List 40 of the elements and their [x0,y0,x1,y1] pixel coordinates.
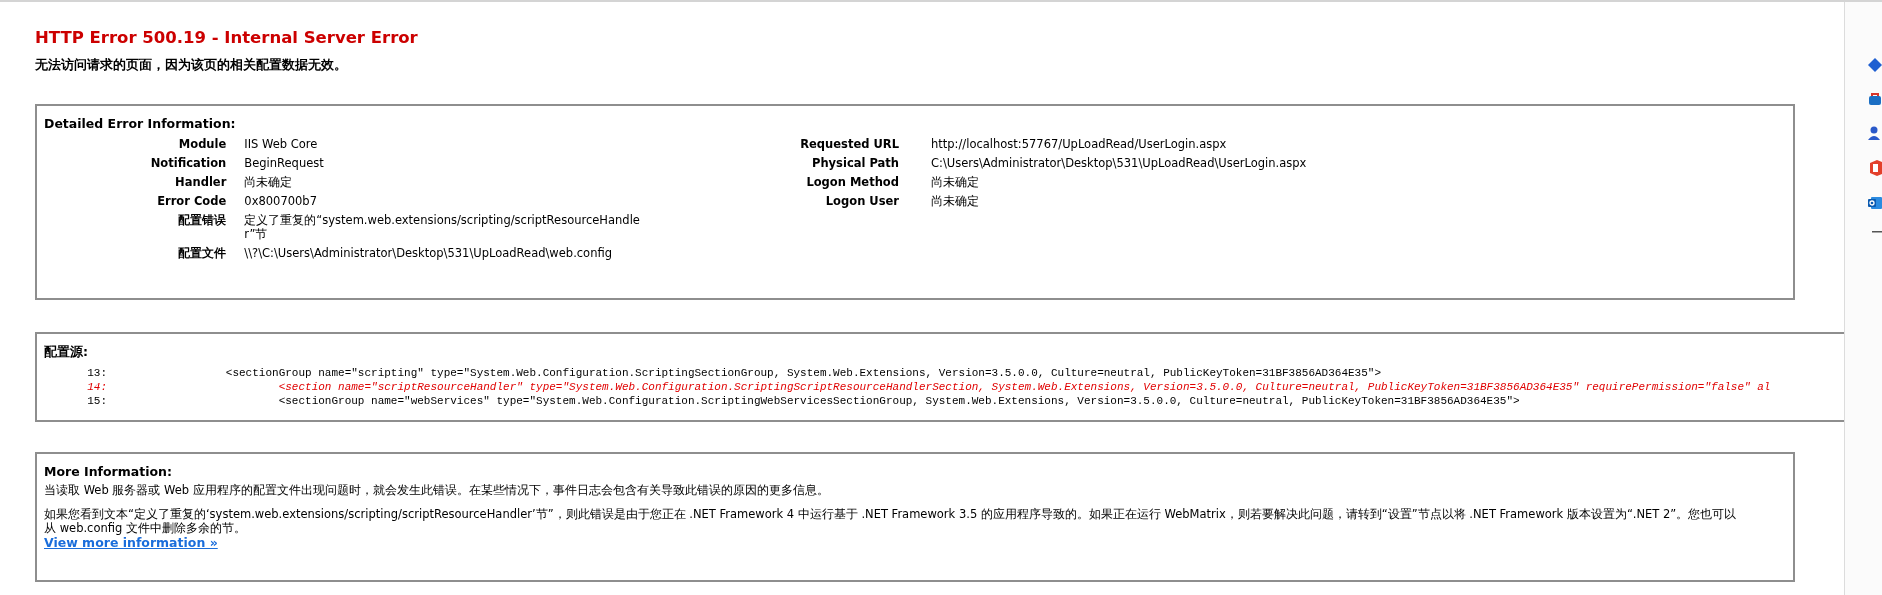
field-label: 配置错误 [44,213,245,246]
field-value: 尚未确定 [931,194,979,208]
error-subtitle: 无法访问请求的页面，因为该页的相关配置数据无效。 [35,57,347,74]
field-label: Error Code [156,194,228,210]
code-line: <sectionGroup name="webServices" type="System.Web.Configuration.ScriptingWebServicesSectionGroup, System.Web.Extensions, Version=3.5.0.0, Culture=neutral, PublicKeyToken=31BF3856AD364E35"> [277,394,1520,408]
field-value: 尚未确定 [244,175,293,189]
panel-heading: 配置源: [44,344,88,361]
minus-icon[interactable] [1872,230,1882,234]
code-line: <sectionGroup name="scripting" type="System.Web.Configuration.ScriptingSectionGroup, System.Web.Extensions, Version=3.5.0.0, Culture=neutral, PublicKeyToken=31BF3856AD364E35"> [224,366,1381,380]
info-paragraph: 如果您看到文本“定义了重复的‘system.web.extensions/scripting/scriptResourceHandler’节”，则此错误是由于您正在 .NET Framework 4 中运行基于 .NET Framework 3.5 的应用程序导致的。如果正在运行 WebMatrix，则若要解决此问题，请转到“设置”节点以将 .NET Framework 版本设置为“.NET 2”。您也可以从 web.config 文件中删除多余的节。 [44,507,1737,535]
field-label: Physical Path [649,156,931,175]
field-label: Requested URL [799,137,900,153]
field-value: 定义了重复的“system.web.extensions/scripting/scriptResourceHandler”节 [244,213,640,241]
field-label: Logon User [649,194,931,213]
field-label: Handler [44,175,245,194]
field-label: Module [177,137,228,153]
info-paragraph: 当读取 Web 服务器或 Web 应用程序的配置文件出现问题时，就会发生此错误。在某些情况下，事件日志会包含有关导致此错误的原因的更多信息。 [44,483,829,497]
code-line: <section name="scriptResourceHandler" type="System.Web.Configuration.ScriptingScriptResourceHandlerSection, System.Web.Extensions, Version=3.5.0.0, Culture=neutral, PublicKeyToken=31BF3856AD364E35" requirePermission="false" al [277,380,1771,394]
bag-icon[interactable] [1868,92,1882,106]
office-icon[interactable] [1868,160,1882,176]
field-value: C:\Users\Administrator\Desktop\531\UpLoadRead\UserLogin.aspx [931,156,1307,170]
error-title: HTTP Error 500.19 - Internal Server Error [35,28,418,47]
mail-icon[interactable] [1868,196,1882,210]
panel-heading: More Information: [44,464,172,479]
field-label: 配置文件 [44,246,245,265]
line-number: 13: [86,366,107,380]
field-label: Logon Method [649,175,931,194]
field-value: 尚未确定 [931,175,979,189]
panel-heading: Detailed Error Information: [44,116,236,131]
person-icon[interactable] [1868,126,1882,140]
field-value: IIS Web Core [244,137,318,151]
field-value: 0x800700b7 [244,194,317,208]
more-info-link[interactable]: View more information » [44,535,218,550]
line-number: 14: [86,380,107,394]
field-value: \\?\C:\Users\Administrator\Desktop\531\UpLoadRead\web.config [244,246,612,260]
field-label: Notification [149,156,228,172]
field-value: BeginRequest [244,156,324,170]
diamond-icon[interactable] [1868,58,1882,72]
field-value: http://localhost:57767/UpLoadRead/UserLogin.aspx [931,137,1227,151]
line-number: 15: [86,394,107,408]
